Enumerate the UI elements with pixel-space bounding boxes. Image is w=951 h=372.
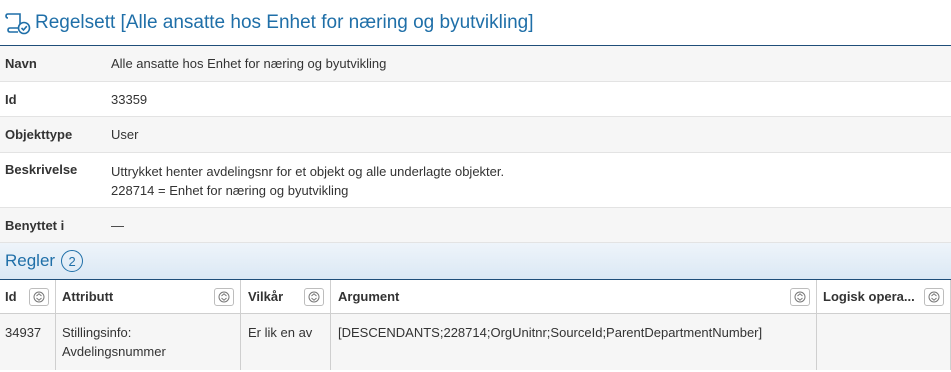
sort-icon[interactable] — [790, 287, 810, 306]
sort-icon[interactable] — [214, 287, 234, 306]
attribute-line-1: Stillingsinfo: — [62, 325, 132, 340]
column-header-label: Attributt — [62, 289, 114, 304]
properties-table: Navn Alle ansatte hos Enhet for næring o… — [0, 46, 951, 243]
sort-icon[interactable] — [924, 287, 944, 306]
rules-grid: Id Attributt Vilkår Argument Logisk oper… — [0, 280, 951, 370]
property-row-used-in: Benyttet i — — [0, 208, 951, 243]
cell-attribute: Stillingsinfo: Avdelingsnummer — [56, 314, 241, 370]
id-label: Id — [5, 91, 17, 107]
column-header-attribute[interactable]: Attributt — [56, 280, 241, 313]
property-row-name: Navn Alle ansatte hos Enhet for næring o… — [0, 46, 951, 82]
used-in-label: Benyttet i — [5, 217, 65, 233]
rules-grid-header: Id Attributt Vilkår Argument Logisk oper… — [0, 280, 951, 314]
id-value: 33359 — [111, 91, 148, 107]
page-header: Regelsett [Alle ansatte hos Enhet for næ… — [0, 0, 951, 46]
cell-argument: [DESCENDANTS;228714;OrgUnitnr;SourceId;P… — [331, 314, 817, 370]
sort-icon[interactable] — [304, 287, 324, 306]
description-label: Beskrivelse — [5, 162, 78, 177]
rules-section-header: Regler 2 — [0, 243, 951, 280]
column-header-label: Logisk opera... — [823, 289, 915, 304]
rules-count-badge: 2 — [61, 250, 84, 272]
column-header-id[interactable]: Id — [0, 280, 56, 313]
column-header-logical-operator[interactable]: Logisk opera... — [817, 280, 951, 313]
cell-operator: Er lik en av — [241, 314, 331, 370]
cell-logical-operator — [817, 314, 951, 370]
name-label: Navn — [5, 56, 37, 71]
column-header-argument[interactable]: Argument — [331, 280, 817, 313]
column-header-operator[interactable]: Vilkår — [241, 280, 331, 313]
type-value: User — [111, 127, 139, 142]
property-row-description: Beskrivelse Uttrykket henter avdelingsnr… — [0, 153, 951, 208]
type-label: Objekttype — [5, 127, 73, 142]
description-value: Uttrykket henter avdelingsnr for et obje… — [111, 162, 951, 207]
page-title: Regelsett [Alle ansatte hos Enhet for næ… — [35, 11, 534, 33]
property-row-type: Objekttype User — [0, 117, 951, 153]
name-value: Alle ansatte hos Enhet for næring og byu… — [111, 56, 387, 71]
table-row[interactable]: 34937 Stillingsinfo: Avdelingsnummer Er … — [0, 314, 951, 370]
rules-title: Regler — [5, 251, 56, 270]
column-header-label: Vilkår — [248, 289, 284, 304]
ruleset-check-icon — [4, 10, 32, 36]
column-header-label: Id — [5, 289, 17, 304]
description-line-2: 228714 = Enhet for næring og byutvikling — [111, 183, 349, 198]
description-line-1: Uttrykket henter avdelingsnr for et obje… — [111, 164, 505, 179]
column-header-label: Argument — [338, 289, 400, 304]
sort-icon[interactable] — [29, 287, 49, 306]
property-row-id: Id 33359 — [0, 82, 951, 117]
cell-id: 34937 — [0, 314, 56, 370]
attribute-line-2: Avdelingsnummer — [62, 344, 166, 359]
used-in-value: — — [111, 217, 124, 233]
